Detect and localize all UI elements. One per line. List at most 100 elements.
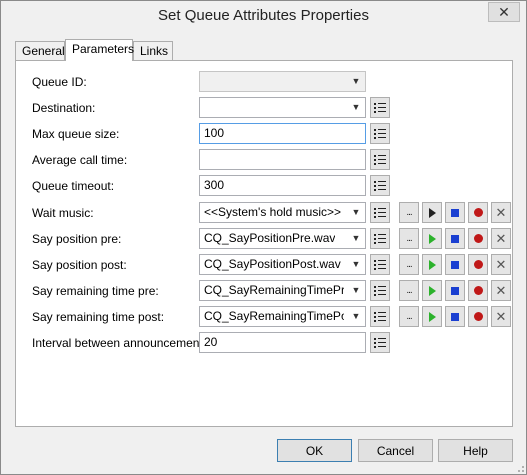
say-remaining-time-pre-stop-button[interactable] — [445, 280, 465, 301]
say-position-post-select[interactable]: CQ_SayPositionPost.wav ▼ — [199, 254, 366, 275]
say-position-post-variable-button[interactable] — [370, 254, 390, 275]
tab-general[interactable]: General — [15, 41, 65, 61]
queue-timeout-row: Queue timeout: 300 — [16, 175, 514, 197]
say-remaining-time-pre-variable-button[interactable] — [370, 280, 390, 301]
stop-icon — [451, 260, 459, 269]
say-position-pre-select[interactable]: CQ_SayPositionPre.wav ▼ — [199, 228, 366, 249]
say-position-post-clear-button[interactable]: ✕ — [491, 254, 511, 275]
stop-icon — [451, 208, 459, 217]
close-button[interactable]: ✕ — [488, 2, 520, 22]
wait-music-label: Wait music: — [32, 206, 94, 220]
window-title: Set Queue Attributes Properties — [158, 7, 369, 24]
ok-button[interactable]: OK — [277, 439, 352, 462]
interval-between-announcements-input[interactable]: 20 — [199, 332, 366, 353]
chevron-down-icon: ▼ — [351, 102, 361, 112]
average-call-time-row: Average call time: — [16, 149, 514, 171]
say-position-pre-label: Say position pre: — [32, 232, 122, 246]
say-remaining-time-pre-record-button[interactable] — [468, 280, 488, 301]
average-call-time-input[interactable] — [199, 149, 366, 170]
max-queue-size-variable-button[interactable] — [370, 123, 390, 144]
queue-id-select[interactable]: ▼ — [199, 71, 366, 92]
tab-links[interactable]: Links — [133, 41, 173, 61]
say-position-post-record-button[interactable] — [468, 254, 488, 275]
resize-grip-icon[interactable] — [514, 462, 524, 472]
wait-music-play-button[interactable] — [422, 202, 442, 223]
interval-between-announcements-label: Interval between announcements: — [32, 336, 213, 350]
say-remaining-time-post-stop-button[interactable] — [445, 306, 465, 327]
list-icon — [374, 337, 386, 348]
say-remaining-time-pre-clear-button[interactable]: ✕ — [491, 280, 511, 301]
title-bar: Set Queue Attributes Properties ✕ — [1, 1, 526, 32]
wait-music-browse-button[interactable]: ... — [399, 202, 419, 223]
record-icon — [473, 234, 483, 243]
queue-timeout-variable-button[interactable] — [370, 175, 390, 196]
say-position-pre-variable-button[interactable] — [370, 228, 390, 249]
say-position-pre-browse-button[interactable]: ... — [399, 228, 419, 249]
say-remaining-time-pre-select[interactable]: CQ_SayRemainingTimePre.wa ▼ — [199, 280, 366, 301]
say-position-pre-play-button[interactable] — [422, 228, 442, 249]
chevron-down-icon: ▼ — [351, 285, 361, 295]
say-position-pre-stop-button[interactable] — [445, 228, 465, 249]
say-remaining-time-post-select[interactable]: CQ_SayRemainingTimePost.wa ▼ — [199, 306, 366, 327]
chevron-down-icon: ▼ — [351, 259, 361, 269]
queue-timeout-input[interactable]: 300 — [199, 175, 366, 196]
chevron-down-icon: ▼ — [351, 207, 361, 217]
cancel-button[interactable]: Cancel — [358, 439, 433, 462]
say-remaining-time-post-label: Say remaining time post: — [32, 310, 165, 324]
list-icon — [374, 233, 386, 244]
list-icon — [374, 259, 386, 270]
stop-icon — [451, 312, 459, 321]
wait-music-select[interactable]: <<System's hold music>> ▼ — [199, 202, 366, 223]
wait-music-record-button[interactable] — [468, 202, 488, 223]
list-icon — [374, 102, 386, 113]
stop-icon — [451, 234, 459, 243]
dialog-window: Set Queue Attributes Properties ✕ Genera… — [0, 0, 527, 475]
say-remaining-time-pre-label: Say remaining time pre: — [32, 284, 159, 298]
list-icon — [374, 154, 386, 165]
say-position-post-play-button[interactable] — [422, 254, 442, 275]
average-call-time-variable-button[interactable] — [370, 149, 390, 170]
say-remaining-time-post-clear-button[interactable]: ✕ — [491, 306, 511, 327]
say-position-pre-row: Say position pre: CQ_SayPositionPre.wav … — [16, 228, 514, 250]
say-remaining-time-post-variable-button[interactable] — [370, 306, 390, 327]
say-position-post-label: Say position post: — [32, 258, 127, 272]
list-icon — [374, 285, 386, 296]
max-queue-size-input[interactable]: 100 — [199, 123, 366, 144]
destination-variable-button[interactable] — [370, 97, 390, 118]
say-remaining-time-pre-row: Say remaining time pre: CQ_SayRemainingT… — [16, 280, 514, 302]
chevron-down-icon: ▼ — [351, 233, 361, 243]
say-position-post-stop-button[interactable] — [445, 254, 465, 275]
destination-select[interactable]: ▼ — [199, 97, 366, 118]
say-position-post-browse-button[interactable]: ... — [399, 254, 419, 275]
wait-music-clear-button[interactable]: ✕ — [491, 202, 511, 223]
say-remaining-time-post-record-button[interactable] — [468, 306, 488, 327]
say-remaining-time-post-play-button[interactable] — [422, 306, 442, 327]
say-remaining-time-pre-play-button[interactable] — [422, 280, 442, 301]
say-position-pre-clear-button[interactable]: ✕ — [491, 228, 511, 249]
parameters-panel: Queue ID: ▼ Destination: ▼ Max queue siz… — [15, 60, 513, 427]
wait-music-variable-button[interactable] — [370, 202, 390, 223]
tab-parameters[interactable]: Parameters — [65, 39, 134, 61]
record-icon — [473, 260, 483, 269]
list-icon — [374, 311, 386, 322]
wait-music-row: Wait music: <<System's hold music>> ▼ ..… — [16, 202, 514, 224]
say-remaining-time-pre-browse-button[interactable]: ... — [399, 280, 419, 301]
play-icon — [428, 233, 436, 244]
max-queue-size-row: Max queue size: 100 — [16, 123, 514, 145]
chevron-down-icon: ▼ — [351, 76, 361, 86]
say-remaining-time-post-row: Say remaining time post: CQ_SayRemaining… — [16, 306, 514, 328]
max-queue-size-label: Max queue size: — [32, 127, 120, 141]
stop-icon — [451, 286, 459, 295]
destination-row: Destination: ▼ — [16, 97, 514, 119]
close-icon: ✕ — [495, 231, 507, 246]
list-icon — [374, 180, 386, 191]
say-remaining-time-post-browse-button[interactable]: ... — [399, 306, 419, 327]
say-position-pre-record-button[interactable] — [468, 228, 488, 249]
record-icon — [473, 208, 483, 217]
help-button[interactable]: Help — [438, 439, 513, 462]
close-icon: ✕ — [495, 309, 507, 324]
queue-timeout-label: Queue timeout: — [32, 179, 115, 193]
queue-id-label: Queue ID: — [32, 75, 87, 89]
wait-music-stop-button[interactable] — [445, 202, 465, 223]
interval-variable-button[interactable] — [370, 332, 390, 353]
